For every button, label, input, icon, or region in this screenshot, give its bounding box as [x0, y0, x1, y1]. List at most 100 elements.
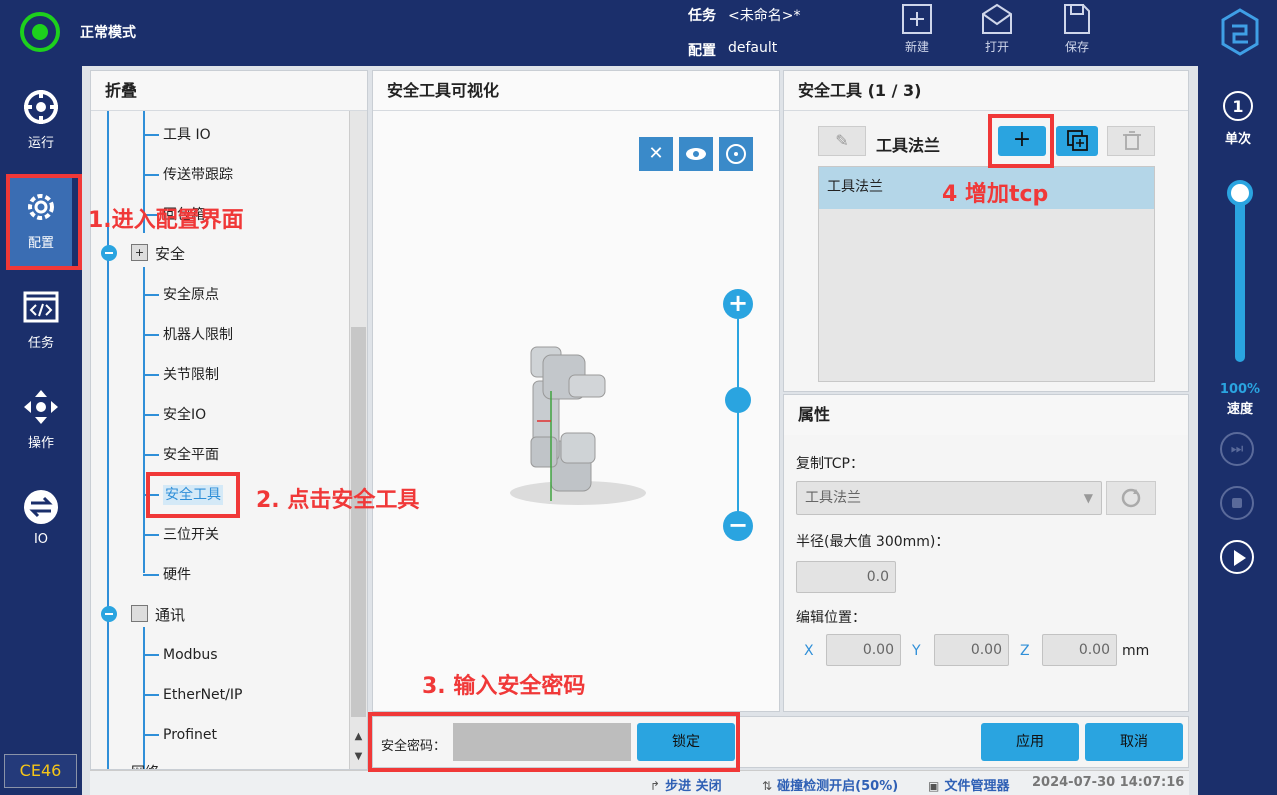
io-exchange-icon	[24, 490, 58, 524]
tool-view-button[interactable]: ✕	[639, 137, 673, 171]
nav-run[interactable]: 运行	[10, 78, 72, 166]
zoom-slider-handle[interactable]	[725, 387, 751, 413]
shield-icon: +	[131, 244, 148, 261]
scroll-down-icon[interactable]: ▼	[351, 751, 366, 767]
collapse-safety-icon[interactable]	[101, 245, 117, 261]
tree-scrollbar-thumb[interactable]	[351, 327, 366, 717]
brand-logo-icon	[1220, 8, 1260, 60]
tree-item-comm[interactable]: 通讯	[155, 605, 185, 625]
new-file-icon	[902, 4, 932, 34]
collision-status[interactable]: ⇅ 碰撞检测开启(50%)	[762, 775, 898, 794]
copy-icon	[1067, 130, 1088, 151]
annotation-step-1: 1.进入配置界面	[88, 208, 244, 233]
chevron-down-icon: ▼	[1083, 491, 1093, 505]
step-forward-icon: ⏭	[1230, 441, 1244, 457]
z-axis-label: Z	[1020, 643, 1030, 659]
save-button[interactable]: 保存	[1052, 2, 1102, 55]
tree-scrollbar[interactable]: ▲ ▼	[349, 111, 367, 769]
stop-button[interactable]	[1220, 486, 1254, 520]
tree-item-profinet[interactable]: Profinet	[163, 725, 217, 745]
annotation-step-3: 3. 输入安全密码	[422, 674, 586, 699]
refresh-tcp-button[interactable]	[1106, 481, 1156, 515]
delete-tool-button[interactable]	[1107, 126, 1155, 156]
config-label: 配置	[688, 43, 716, 59]
annotation-box-add-tcp	[988, 114, 1054, 168]
copy-tcp-select[interactable]: 工具法兰 ▼	[796, 481, 1102, 515]
current-tool-name: 工具法兰	[876, 136, 941, 155]
step-forward-button[interactable]: ⏭	[1220, 432, 1254, 466]
zoom-track[interactable]	[737, 319, 739, 525]
tree-item-tool-io[interactable]: 工具 IO	[163, 125, 211, 145]
tree-item-conveyor[interactable]: 传送带跟踪	[163, 165, 233, 185]
step-status[interactable]: ↱ 步进 关闭	[650, 775, 722, 794]
status-indicator-icon	[20, 12, 60, 52]
pencil-icon: ✎	[835, 131, 849, 150]
wrench-icon: ✕	[648, 143, 664, 164]
collapse-comm-icon[interactable]	[101, 606, 117, 622]
new-button[interactable]: 新建	[892, 2, 942, 55]
robot-model[interactable]	[503, 341, 653, 511]
eye-icon	[686, 148, 706, 160]
safety-tools-header: 安全工具 (1 / 3)	[784, 71, 1188, 111]
z-position-input[interactable]: 0.00	[1042, 634, 1117, 666]
wireless-icon	[131, 605, 148, 622]
copy-tcp-label: 复制TCP：	[796, 456, 864, 472]
open-button[interactable]: 打开	[972, 2, 1022, 55]
mode-label: 正常模式	[80, 25, 136, 41]
speed-label: 速度	[1226, 402, 1253, 417]
speed-slider-track[interactable]	[1235, 192, 1245, 362]
svg-text:1: 1	[1232, 97, 1243, 116]
zoom-in-button[interactable]: +	[723, 289, 753, 319]
tree-collapse-header[interactable]: 折叠	[91, 71, 367, 111]
top-bar: 正常模式 任务 <未命名>* 配置 default 新建 打开 保存	[0, 0, 1277, 66]
annotation-step-2: 2. 点击安全工具	[256, 488, 420, 513]
single-run-button[interactable]: 1 单次	[1208, 88, 1268, 147]
play-button[interactable]	[1220, 540, 1254, 574]
tree-item-safety-io[interactable]: 安全IO	[163, 405, 206, 425]
tree-item-safety-plane[interactable]: 安全平面	[163, 445, 219, 465]
zoom-out-button[interactable]: −	[723, 511, 753, 541]
tree-item-joint-limits[interactable]: 关节限制	[163, 365, 219, 385]
tree-item-ethernet-ip[interactable]: EtherNet/IP	[163, 685, 242, 705]
y-position-input[interactable]: 0.00	[934, 634, 1009, 666]
play-icon	[1234, 550, 1246, 566]
x-axis-label: X	[804, 643, 814, 659]
task-value: <未命名>*	[728, 8, 801, 24]
tree-item-safety[interactable]: 安全	[155, 244, 185, 264]
radius-input[interactable]: 0.0	[796, 561, 896, 593]
tree-item-robot-limits[interactable]: 机器人限制	[163, 325, 233, 345]
stop-icon	[1232, 498, 1242, 508]
right-bar: 1 单次 100% 速度 ⏭	[1198, 66, 1277, 795]
annotation-step-4: 4 增加tcp	[942, 182, 1049, 207]
config-value: default	[728, 40, 778, 56]
tree-item-three-position-switch[interactable]: 三位开关	[163, 525, 219, 545]
properties-panel: 属性 复制TCP： 工具法兰 ▼ 半径(最大值 300mm)： 0.0 编辑位置…	[783, 394, 1189, 712]
scroll-up-icon[interactable]: ▲	[351, 731, 366, 747]
x-position-input[interactable]: 0.00	[826, 634, 901, 666]
tree-item-network[interactable]: 网络	[131, 763, 159, 769]
move-arrows-icon	[24, 390, 58, 424]
edit-position-label: 编辑位置：	[796, 610, 866, 626]
nav-io[interactable]: IO	[10, 478, 72, 566]
speed-slider-handle[interactable]	[1227, 180, 1253, 206]
rotate-icon	[726, 144, 746, 164]
cancel-button[interactable]: 取消	[1085, 723, 1183, 761]
copy-tool-button[interactable]	[1056, 126, 1098, 156]
unit-label: mm	[1122, 643, 1150, 659]
apply-button[interactable]: 应用	[981, 723, 1079, 761]
tree-item-safety-home[interactable]: 安全原点	[163, 285, 219, 305]
nav-task[interactable]: 任务	[10, 278, 72, 366]
annotation-box-safety-tool	[146, 472, 240, 518]
reset-view-button[interactable]	[719, 137, 753, 171]
tree-item-hardware[interactable]: 硬件	[163, 565, 191, 585]
run-target-icon	[24, 90, 58, 124]
properties-header: 属性	[784, 395, 1188, 435]
speed-percent: 100%	[1219, 382, 1261, 397]
file-manager-status[interactable]: ▣ 文件管理器	[928, 775, 1009, 794]
annotation-box-password	[368, 712, 740, 772]
edit-tool-button[interactable]: ✎	[818, 126, 866, 156]
nav-operate[interactable]: 操作	[10, 378, 72, 466]
visibility-button[interactable]	[679, 137, 713, 171]
datetime: 2024-07-30 14:07:16	[1032, 775, 1185, 790]
tree-item-modbus[interactable]: Modbus	[163, 645, 218, 665]
